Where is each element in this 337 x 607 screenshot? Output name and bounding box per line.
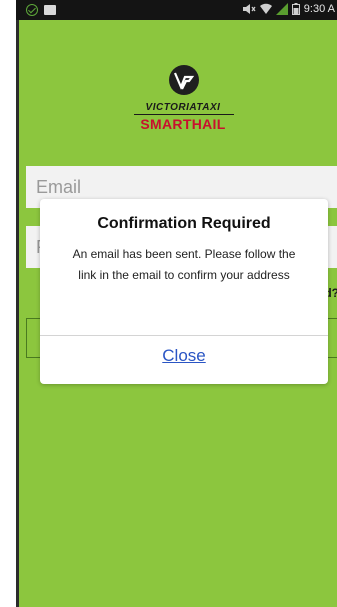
logo-wordmark: VICTORIATAXI — [128, 102, 238, 115]
dialog-divider — [40, 335, 328, 336]
confirmation-dialog: Confirmation Required An email has been … — [40, 199, 328, 384]
wifi-icon — [259, 3, 272, 14]
signal-icon — [275, 3, 288, 15]
close-button[interactable]: Close — [40, 346, 328, 366]
dialog-title: Confirmation Required — [97, 215, 271, 232]
shopping-bag-icon — [44, 5, 56, 15]
check-circle-icon — [26, 4, 38, 16]
app-screen: 9:30 A VICTORIATAXI SMARTHAIL Email P d?… — [16, 0, 337, 607]
battery-icon — [291, 3, 300, 15]
victoria-taxi-logo-icon — [169, 65, 199, 95]
brand-logo: VICTORIATAXI SMARTHAIL — [128, 64, 248, 144]
dialog-message: An email has been sent. Please follow th… — [72, 247, 296, 282]
logo-product-name: SMARTHAIL — [140, 116, 226, 132]
mute-icon — [242, 4, 256, 14]
clock: 9:30 A — [303, 3, 335, 15]
email-placeholder: Email — [36, 177, 82, 197]
status-bar: 9:30 A — [16, 0, 337, 20]
